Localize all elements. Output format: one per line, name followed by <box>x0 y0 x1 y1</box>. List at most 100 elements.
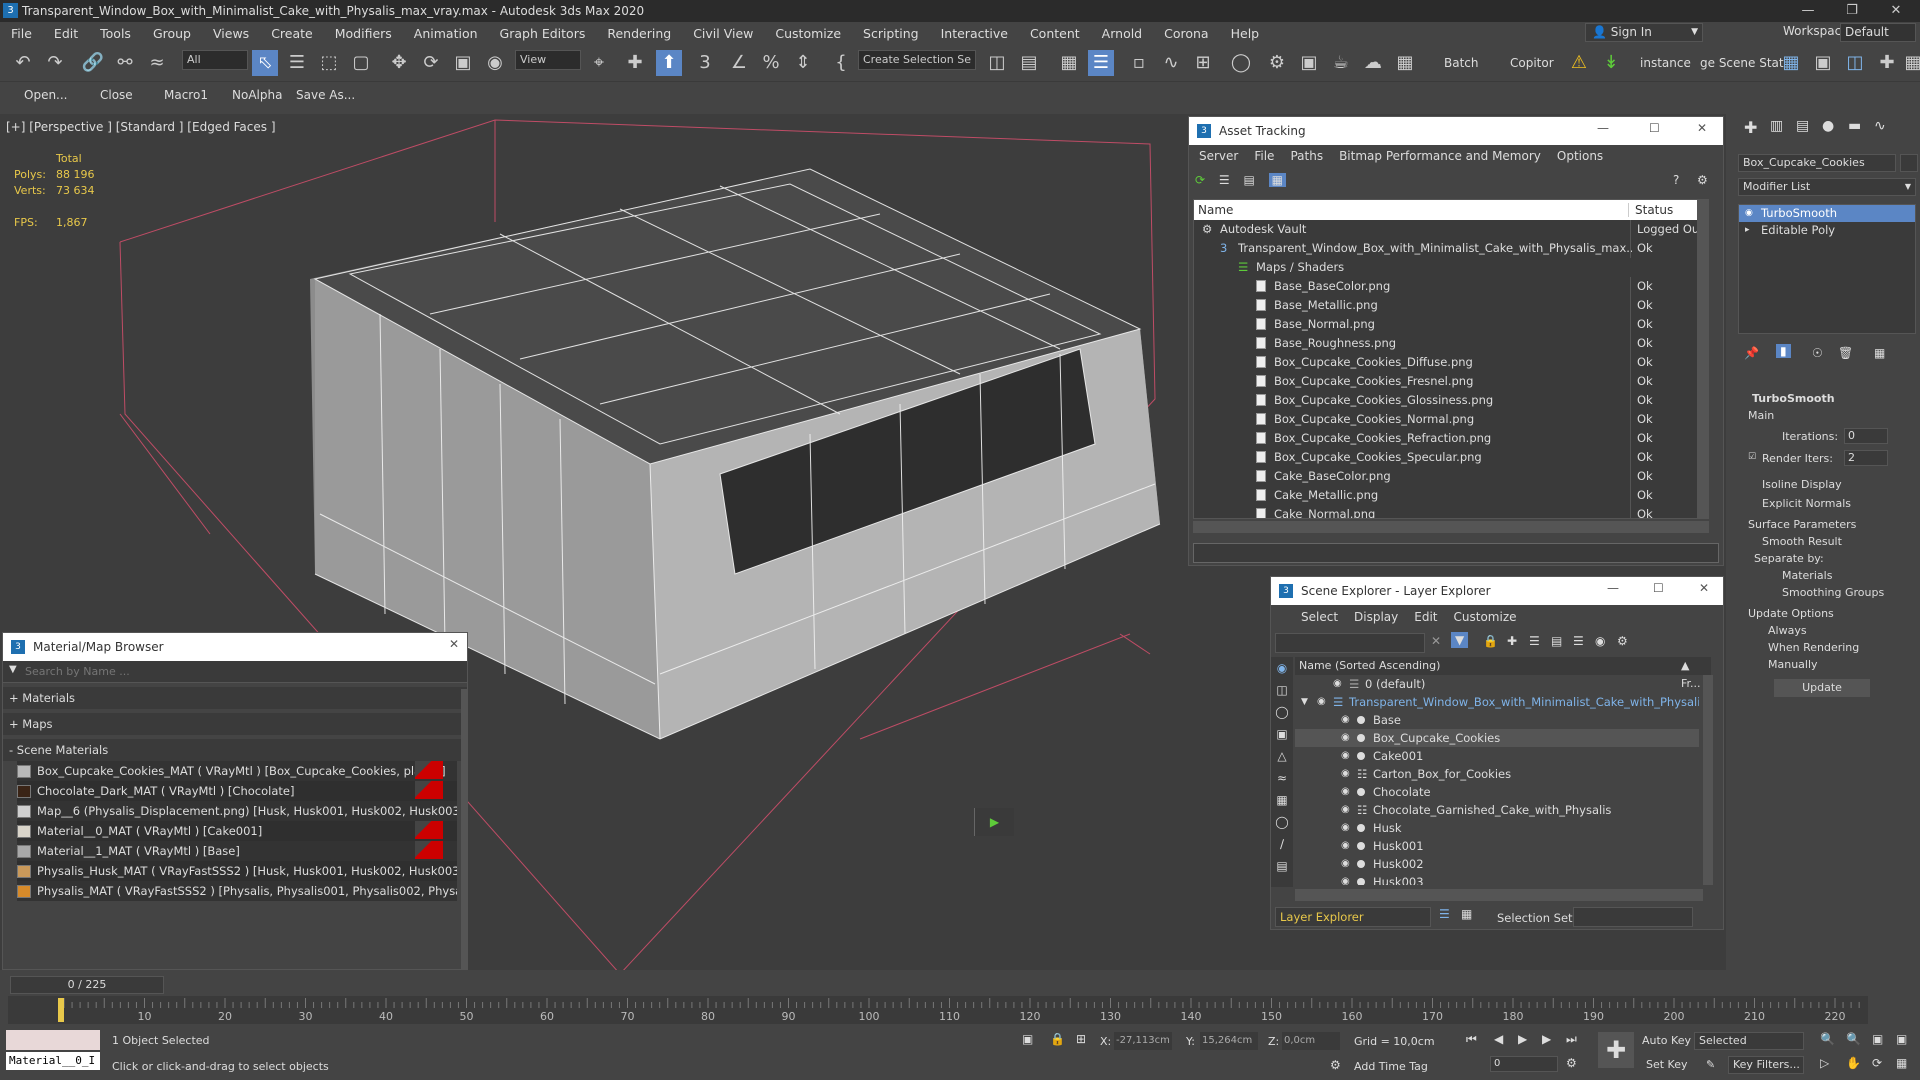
asset-list-horizontal-scrollbar[interactable] <box>1193 521 1709 533</box>
object-name-field[interactable]: Box_Cupcake_Cookies <box>1738 154 1896 172</box>
modifier-toggle-icon[interactable]: ◉ <box>1745 205 1753 222</box>
expand-icon[interactable]: ▸ <box>1745 222 1750 239</box>
motion-tab-icon[interactable]: ● <box>1822 118 1834 134</box>
menu-file[interactable]: File <box>0 26 43 41</box>
scene-row[interactable]: ◉ Husk003 <box>1295 873 1699 885</box>
asset-row[interactable]: Base_BaseColor.png Ok <box>1194 277 1700 296</box>
name-column-header[interactable]: Name <box>1198 203 1233 217</box>
save-as-button[interactable]: Save As... <box>296 88 355 102</box>
create-tab-icon[interactable]: ✚ <box>1744 118 1757 137</box>
scene-menu-edit[interactable]: Edit <box>1406 610 1445 624</box>
visibility-eye-icon[interactable]: ◉ <box>1341 819 1353 837</box>
menu-corona[interactable]: Corona <box>1153 26 1219 41</box>
display-lights-icon[interactable]: ◯ <box>1271 701 1293 723</box>
snapshot-icon[interactable]: ▣ <box>1810 50 1836 76</box>
make-unique-icon[interactable]: ☉ <box>1812 346 1823 360</box>
scene-search-input[interactable] <box>1275 633 1425 653</box>
zoom-extents-icon[interactable]: ▣ <box>1872 1032 1883 1046</box>
macro1-button[interactable]: Macro1 <box>164 88 208 102</box>
scene-list-scrollbar[interactable] <box>1703 675 1713 885</box>
scene-row[interactable]: ◉ Cake001 <box>1295 747 1699 765</box>
visibility-eye-icon[interactable]: ◉ <box>1341 747 1353 765</box>
spinner-snap-icon[interactable]: ⇕ <box>790 50 816 76</box>
display-bones-icon[interactable]: ∕ <box>1271 833 1293 855</box>
menu-arnold[interactable]: Arnold <box>1091 26 1153 41</box>
absolute-mode-icon[interactable]: ⊞ <box>1076 1032 1086 1046</box>
render-iters-checkbox[interactable]: ☑ <box>1748 452 1756 462</box>
bind-spacewarp-icon[interactable]: ≈ <box>144 50 170 76</box>
maximize-icon[interactable]: ☐ <box>1649 121 1660 135</box>
menu-interactive[interactable]: Interactive <box>930 26 1019 41</box>
time-slider-handle[interactable] <box>58 998 64 1022</box>
scene-stat-button[interactable]: ge Scene Stat <box>1700 56 1784 70</box>
angle-snap-icon[interactable]: ∠ <box>726 50 752 76</box>
menu-tools[interactable]: Tools <box>89 26 142 41</box>
align-icon[interactable]: ▤ <box>1016 50 1042 76</box>
schematic-view-icon[interactable]: ⊞ <box>1190 50 1216 76</box>
scene-row[interactable]: ◉ Husk001 <box>1295 837 1699 855</box>
isoline-display-checkbox[interactable]: Isoline Display <box>1738 478 1916 491</box>
selection-set-select[interactable] <box>1573 907 1693 927</box>
redo-icon[interactable]: ↷ <box>42 50 68 76</box>
thumbnail-view-icon[interactable]: ▤ <box>1243 173 1254 187</box>
key-mode-select[interactable]: Selected <box>1694 1032 1804 1050</box>
asset-menu-server[interactable]: Server <box>1191 149 1246 163</box>
toggle-ribbon-icon[interactable]: ▫ <box>1126 50 1152 76</box>
visibility-eye-icon[interactable]: ◉ <box>1341 765 1353 783</box>
auto-key-button[interactable]: Auto Key <box>1642 1034 1691 1047</box>
show-end-result-icon[interactable]: ▮ <box>1776 344 1791 358</box>
visibility-eye-icon[interactable]: ◉ <box>1341 855 1353 873</box>
undo-icon[interactable]: ↶ <box>10 50 36 76</box>
object-color-swatch[interactable] <box>1900 154 1918 172</box>
key-filters-button[interactable]: Key Filters... <box>1728 1056 1804 1074</box>
copitor-button[interactable]: Copitor <box>1510 56 1554 70</box>
more-icon[interactable]: ▦ <box>1900 50 1920 76</box>
modifier-stack-item[interactable]: ◉ TurboSmooth <box>1739 205 1915 222</box>
list-view-icon[interactable]: ☰ <box>1219 173 1230 187</box>
caret-down-icon[interactable]: ▼ <box>9 664 17 675</box>
field-of-view-icon[interactable]: ▷ <box>1820 1056 1829 1070</box>
asset-row[interactable]: ⚙ Autodesk Vault Logged Out <box>1194 220 1700 239</box>
stack-icon[interactable]: ☰ <box>1573 634 1584 648</box>
render-production-icon[interactable]: ☕ <box>1328 50 1354 76</box>
curve-editor-icon[interactable]: ∿ <box>1158 50 1184 76</box>
double-chevron-down-icon[interactable]: ↡ <box>1598 50 1624 76</box>
asset-menu-file[interactable]: File <box>1246 149 1282 163</box>
update-button[interactable]: Update <box>1774 679 1870 697</box>
name-column-header[interactable]: Name (Sorted Ascending) <box>1299 657 1440 675</box>
display-helpers-icon[interactable]: △ <box>1271 745 1293 767</box>
asset-menu-bitmap-performance-and-memory[interactable]: Bitmap Performance and Memory <box>1331 149 1549 163</box>
toggle-scene-explorer-icon[interactable]: ▦ <box>1056 50 1082 76</box>
table-view-icon[interactable]: ▦ <box>1268 173 1286 187</box>
viewport-label[interactable]: [+] [Perspective ] [Standard ] [Edged Fa… <box>6 120 276 134</box>
display-spacewarps-icon[interactable]: ≈ <box>1271 767 1293 789</box>
keyboard-shortcut-override-icon[interactable]: ⬆ <box>656 50 682 76</box>
next-frame-icon[interactable]: ▶ <box>1542 1032 1551 1046</box>
display-containers-icon[interactable]: ▤ <box>1271 855 1293 877</box>
unlink-icon[interactable]: ⚯ <box>112 50 138 76</box>
menu-group[interactable]: Group <box>142 26 202 41</box>
select-object-icon[interactable]: ⬁ <box>252 50 278 76</box>
viewport-layout-icon[interactable]: ▦ <box>1778 50 1804 76</box>
a360-gallery-icon[interactable]: ▦ <box>1392 50 1418 76</box>
refresh-icon[interactable]: ⟳ <box>1195 173 1205 187</box>
modifier-stack-item[interactable]: ▸ Editable Poly <box>1739 222 1915 239</box>
asset-menu-paths[interactable]: Paths <box>1282 149 1331 163</box>
close-icon[interactable]: ✕ <box>449 637 459 651</box>
material-item[interactable]: Chocolate_Dark_MAT ( VRayMtl ) [Chocolat… <box>17 781 457 801</box>
zoom-extents-all-icon[interactable]: ▣ <box>1896 1032 1907 1046</box>
asset-row[interactable]: Cake_BaseColor.png Ok <box>1194 467 1700 486</box>
scene-row[interactable]: ◉ Husk002 <box>1295 855 1699 873</box>
smoothing-groups-checkbox[interactable]: Smoothing Groups <box>1738 586 1916 599</box>
track-bar[interactable]: 10 20 30 40 50 60 70 80 90 100 110 120 130 140 150 160 1… <box>8 996 1868 1024</box>
asset-row[interactable]: Box_Cupcake_Cookies_Fresnel.png Ok <box>1194 372 1700 391</box>
minimize-icon[interactable]: — <box>1786 0 1830 22</box>
smooth-result-checkbox[interactable]: Smooth Result <box>1738 535 1916 548</box>
visibility-eye-icon[interactable]: ◉ <box>1341 729 1353 747</box>
lock-icon[interactable]: 🔒 <box>1483 634 1498 648</box>
explorer-type-select[interactable]: Layer Explorer <box>1275 907 1431 927</box>
rollout-title[interactable]: TurboSmooth <box>1738 392 1916 405</box>
layers-icon[interactable]: ☰ <box>1439 907 1450 921</box>
search-input[interactable] <box>25 663 465 680</box>
always-radio[interactable]: Always <box>1738 624 1916 637</box>
